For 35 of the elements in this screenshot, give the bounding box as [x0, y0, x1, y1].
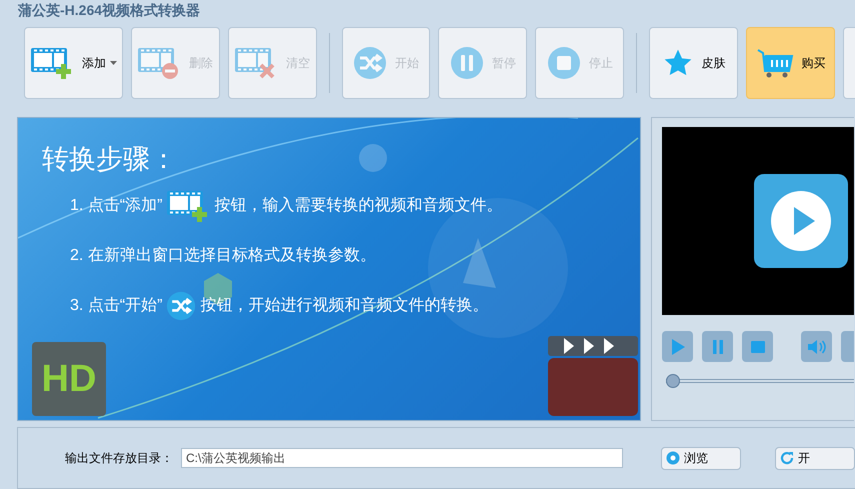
volume-button[interactable]	[801, 331, 832, 362]
film-plus-icon	[30, 46, 74, 80]
add-button[interactable]: 添加	[24, 27, 123, 99]
output-folder-label: 输出文件存放目录：	[65, 450, 173, 467]
steps-heading: 转换步骤：	[42, 143, 178, 176]
skin-button[interactable]: 皮肤	[649, 27, 738, 99]
pause-icon	[712, 340, 722, 354]
seek-slider[interactable]	[666, 374, 854, 388]
refresh-icon	[780, 451, 794, 465]
window-title: 蒲公英-H.264视频格式转换器	[18, 1, 200, 20]
shuffle-icon	[353, 46, 388, 80]
pause-button[interactable]	[702, 331, 733, 362]
toolbar-button[interactable]	[843, 27, 855, 99]
step-text: 按钮，开始进行视频和音频文件的转换。	[200, 296, 488, 316]
step-text: 2. 在新弹出窗口选择目标格式及转换参数。	[70, 246, 376, 266]
stop-icon	[750, 340, 764, 352]
speaker-icon	[808, 338, 826, 354]
aperture-icon	[666, 451, 680, 465]
shopping-cart-icon	[756, 47, 794, 79]
hd-badge: HD	[32, 342, 106, 416]
open-button[interactable]: 开	[775, 446, 855, 470]
stop-button[interactable]	[742, 331, 773, 362]
output-folder-field[interactable]: C:\蒲公英视频输出	[181, 448, 623, 468]
play-icon	[754, 174, 848, 268]
step-text: 1. 点击“添加”	[70, 196, 162, 216]
control-button[interactable]	[841, 331, 854, 362]
stop-icon	[546, 46, 581, 80]
pause-icon	[450, 46, 484, 80]
step-text: 按钮，输入需要转换的视频和音频文件。	[214, 196, 502, 216]
play-button[interactable]	[662, 331, 693, 362]
buy-button[interactable]: 购买	[746, 27, 836, 99]
browse-button[interactable]: 浏览	[661, 446, 741, 470]
play-icon	[670, 338, 684, 354]
step-text: 3. 点击“开始”	[70, 296, 162, 316]
shuffle-icon	[166, 291, 196, 321]
